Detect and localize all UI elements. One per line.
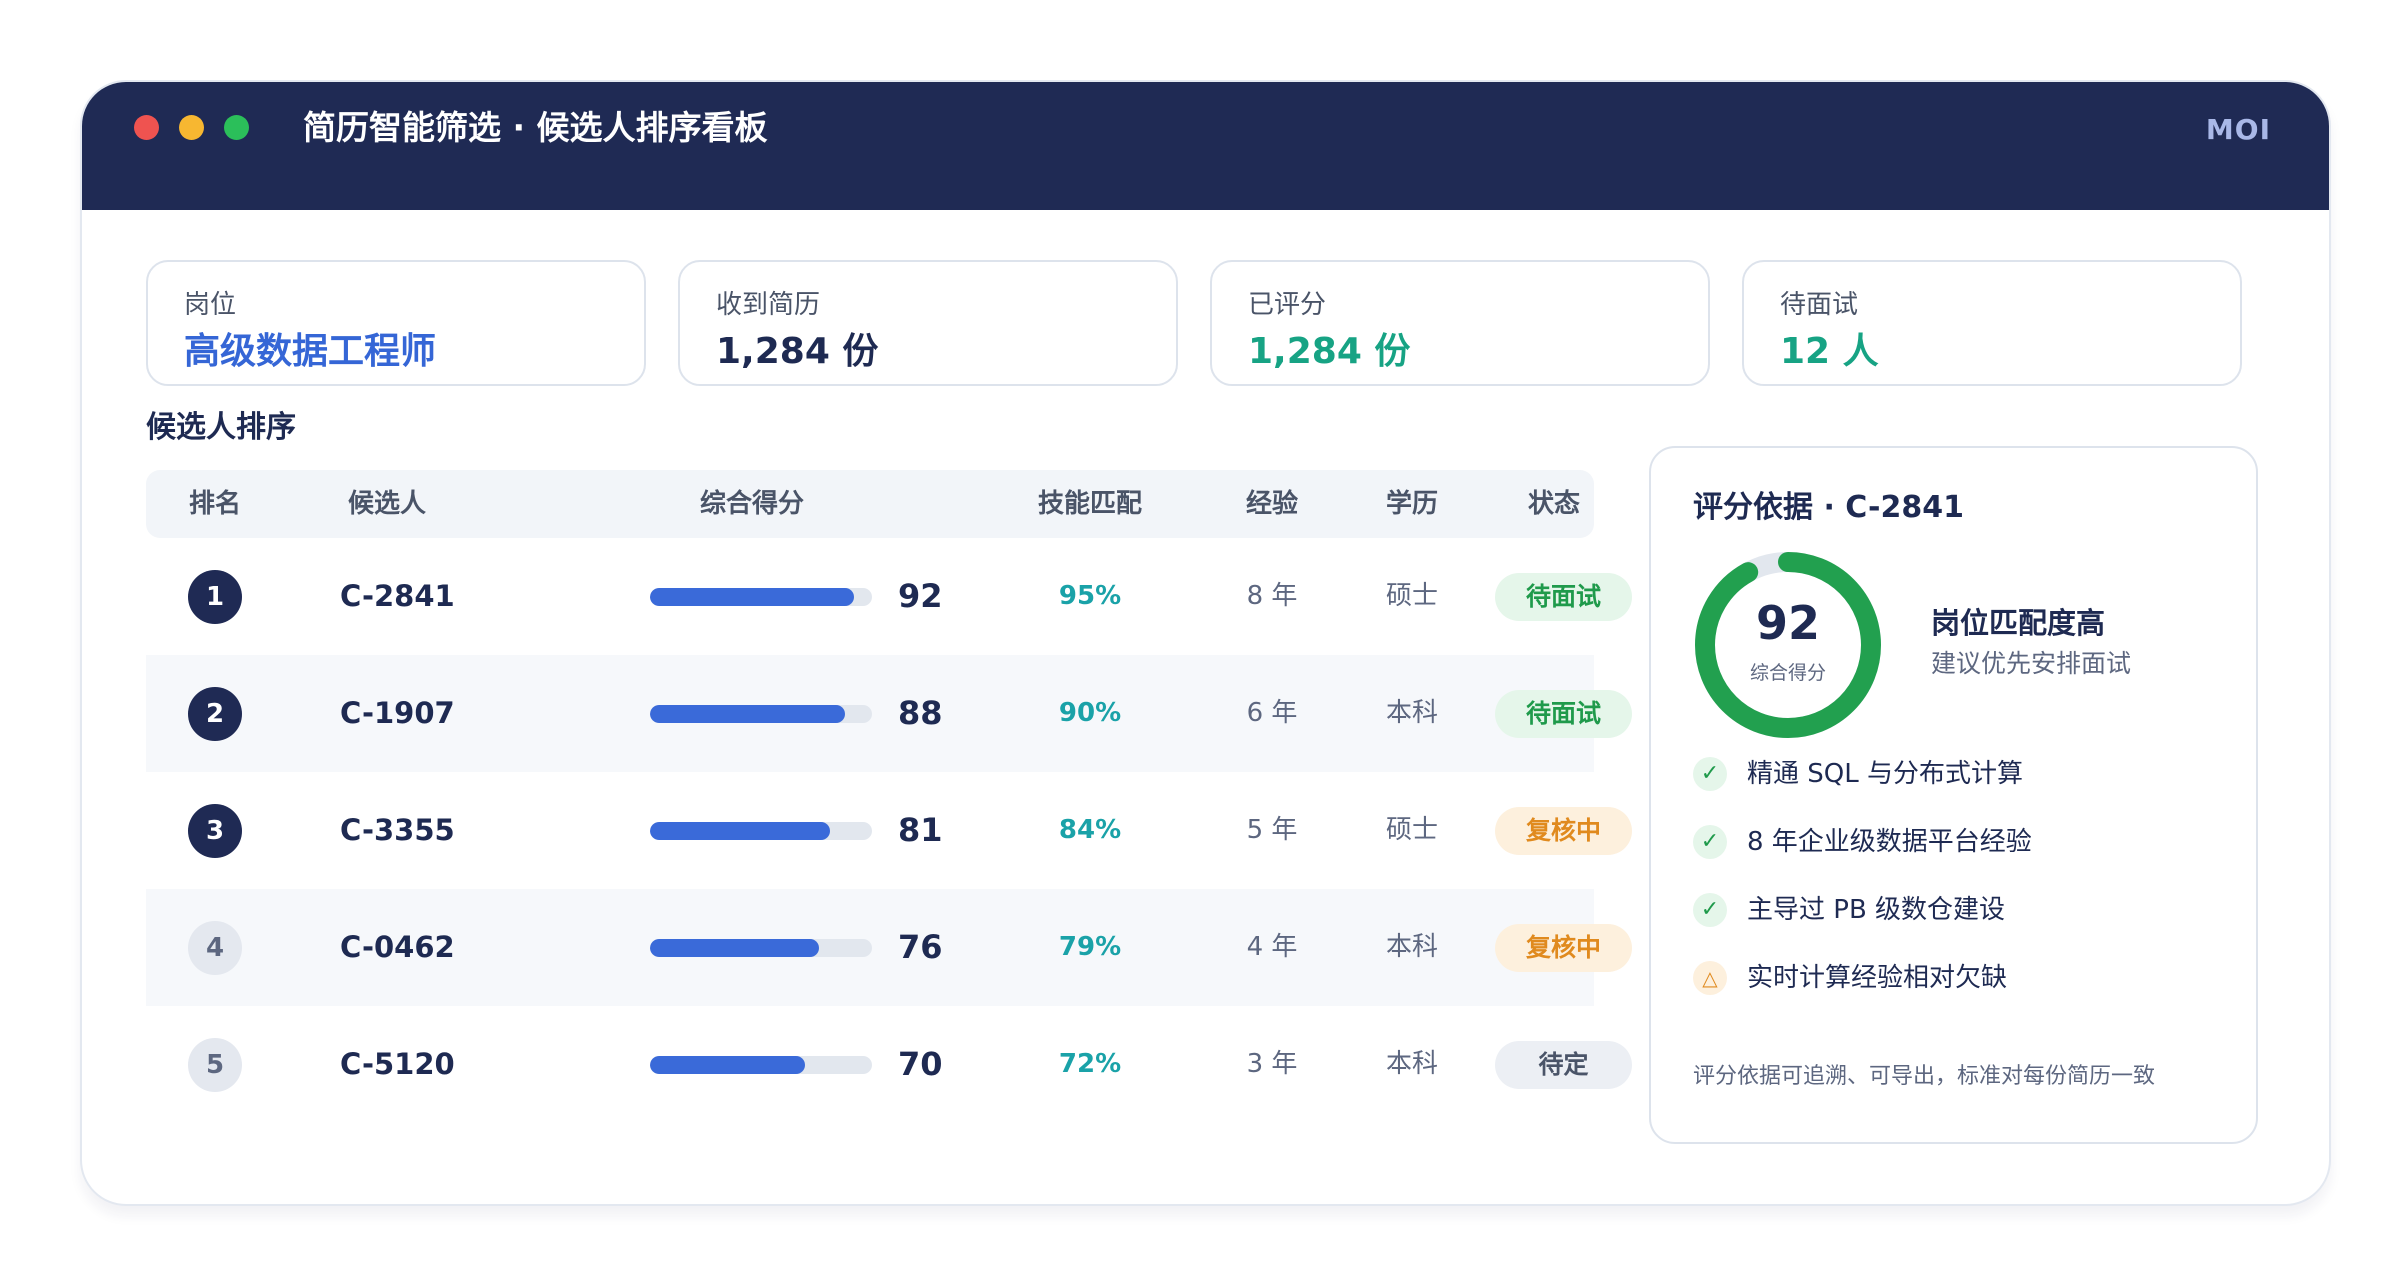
app-window: 简历智能筛选 · 候选人排序看板 MOI 岗位 高级数据工程师 收到简历 1,2… (80, 80, 2331, 1206)
rank-badge: 4 (188, 921, 242, 975)
ranking-title: 候选人排序 (146, 410, 296, 445)
experience: 8 年 (1246, 581, 1298, 611)
match-title: 岗位匹配度高 (1931, 606, 2106, 640)
status-badge[interactable]: 复核中 (1495, 807, 1632, 855)
check-icon: ✓ (1693, 757, 1727, 791)
education: 硕士 (1385, 815, 1439, 845)
score-value: 70 (898, 1045, 943, 1083)
education: 硕士 (1385, 581, 1439, 611)
score-bar-fill (650, 588, 855, 606)
warning-icon: △ (1693, 961, 1727, 995)
gauge-label: 综合得分 (1749, 662, 1826, 684)
rank-badge: 1 (188, 570, 242, 624)
check-icon: ✓ (1693, 893, 1727, 927)
score-value: 92 (898, 577, 943, 615)
stat-value: 12 人 (1780, 331, 1879, 372)
window-title: 简历智能筛选 · 候选人排序看板 (303, 108, 768, 147)
skill-match: 95% (1058, 581, 1122, 611)
score-value: 76 (898, 928, 943, 966)
score-bar-fill (650, 939, 819, 957)
score-bar (650, 588, 872, 606)
experience: 4 年 (1246, 932, 1298, 962)
stat-card-interview: 待面试 12 人 (1742, 260, 2242, 386)
candidate-id[interactable]: C-0462 (340, 889, 455, 1006)
score-bar-fill (650, 822, 830, 840)
rank-badge: 5 (188, 1038, 242, 1092)
stat-label: 收到简历 (716, 290, 821, 320)
score-detail-panel: 评分依据 · C-2841 92 综合得分 岗位匹配度高 建议优先安排面试 ✓ 精… (1649, 446, 2258, 1144)
brand-logo: MOI (2205, 113, 2271, 146)
close-window-button[interactable] (134, 115, 159, 140)
skill-match: 90% (1058, 698, 1122, 728)
maximize-window-button[interactable] (224, 115, 249, 140)
reason-text: 实时计算经验相对欠缺 (1747, 963, 2008, 993)
ranking-table: 排名 候选人 综合得分 技能匹配 经验 学历 状态 1 C-2841 92 95% 8 … (146, 470, 1632, 1123)
candidate-id[interactable]: C-2841 (340, 538, 455, 655)
candidate-id[interactable]: C-5120 (340, 1006, 455, 1123)
stat-value: 1,284 份 (1248, 331, 1411, 372)
experience: 3 年 (1246, 1049, 1298, 1079)
stat-label: 岗位 (184, 290, 237, 320)
rank-badge: 2 (188, 687, 242, 741)
education: 本科 (1385, 1049, 1439, 1079)
status-badge[interactable]: 复核中 (1495, 924, 1632, 972)
status-badge[interactable]: 待面试 (1495, 690, 1632, 738)
score-bar-fill (650, 705, 846, 723)
stat-card-position: 岗位 高级数据工程师 (146, 260, 646, 386)
table-row[interactable]: 1 C-2841 92 95% 8 年 硕士 待面试 (146, 538, 1632, 655)
stat-label: 待面试 (1780, 290, 1859, 320)
column-header-education[interactable]: 学历 (1386, 470, 1438, 538)
column-header-skill[interactable]: 技能匹配 (1038, 470, 1142, 538)
experience: 6 年 (1246, 698, 1298, 728)
experience: 5 年 (1246, 815, 1298, 845)
column-header-status[interactable]: 状态 (1528, 470, 1580, 538)
score-bar (650, 939, 872, 957)
reason-text: 主导过 PB 级数仓建设 (1747, 895, 2006, 925)
table-row[interactable]: 5 C-5120 70 72% 3 年 本科 待定 (146, 1006, 1632, 1123)
score-gauge: 92 综合得分 (1693, 550, 1883, 740)
match-subtitle: 建议优先安排面试 (1931, 649, 2132, 678)
skill-match: 79% (1058, 932, 1122, 962)
table-row[interactable]: 2 C-1907 88 90% 6 年 本科 待面试 (146, 655, 1632, 772)
status-badge[interactable]: 待定 (1495, 1041, 1632, 1089)
reason-text: 8 年企业级数据平台经验 (1747, 827, 2032, 857)
skill-match: 84% (1058, 815, 1122, 845)
score-bar (650, 1056, 872, 1074)
candidate-id[interactable]: C-3355 (340, 772, 455, 889)
rank-badge: 3 (188, 804, 242, 858)
education: 本科 (1385, 932, 1439, 962)
check-icon: ✓ (1693, 825, 1727, 859)
title-bar: 简历智能筛选 · 候选人排序看板 MOI (82, 82, 2329, 210)
stat-value: 高级数据工程师 (184, 331, 437, 372)
panel-footer: 评分依据可追溯、可导出，标准对每份简历一致 (1693, 1064, 2156, 1089)
score-bar (650, 705, 872, 723)
column-header-candidate[interactable]: 候选人 (348, 470, 426, 538)
table-row[interactable]: 3 C-3355 81 84% 5 年 硕士 复核中 (146, 772, 1632, 889)
candidate-id[interactable]: C-1907 (340, 655, 455, 772)
skill-match: 72% (1058, 1049, 1122, 1079)
education: 本科 (1385, 698, 1439, 728)
column-header-score[interactable]: 综合得分 (700, 470, 804, 538)
score-value: 88 (898, 694, 943, 732)
column-header-experience[interactable]: 经验 (1246, 470, 1298, 538)
reason-text: 精通 SQL 与分布式计算 (1747, 759, 2023, 789)
stat-card-scored: 已评分 1,284 份 (1210, 260, 1710, 386)
score-bar (650, 822, 872, 840)
table-header: 排名 候选人 综合得分 技能匹配 经验 学历 状态 (146, 470, 1594, 538)
score-value: 81 (898, 811, 943, 849)
stat-card-received: 收到简历 1,284 份 (678, 260, 1178, 386)
minimize-window-button[interactable] (179, 115, 204, 140)
gauge-score: 92 (1755, 596, 1820, 650)
stat-label: 已评分 (1248, 290, 1327, 320)
status-badge[interactable]: 待面试 (1495, 573, 1632, 621)
panel-title: 评分依据 · C-2841 (1693, 490, 1964, 525)
score-bar-fill (650, 1056, 806, 1074)
column-header-rank[interactable]: 排名 (189, 470, 241, 538)
stat-value: 1,284 份 (716, 331, 879, 372)
table-row[interactable]: 4 C-0462 76 79% 4 年 本科 复核中 (146, 889, 1632, 1006)
